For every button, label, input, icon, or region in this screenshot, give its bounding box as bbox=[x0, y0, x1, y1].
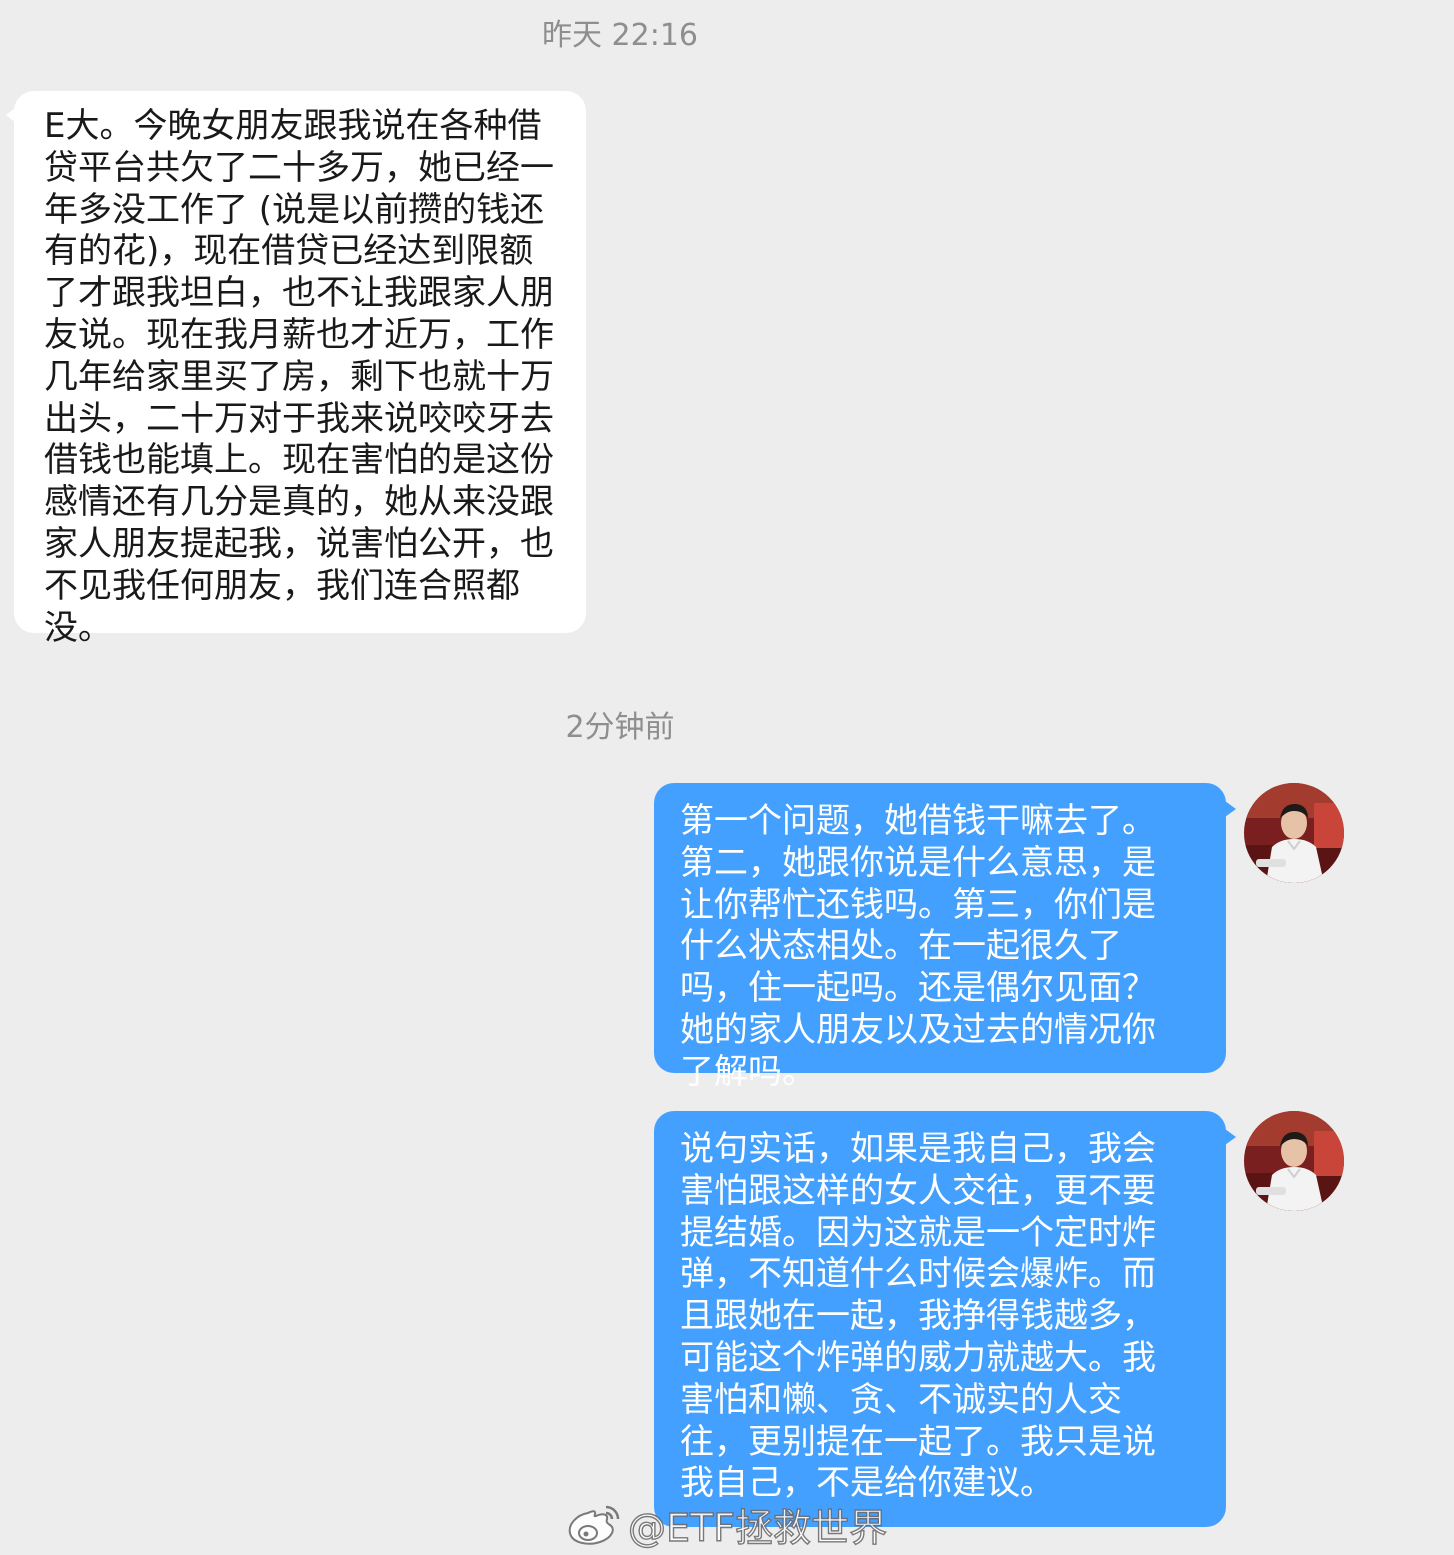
timestamp: 2分钟前 bbox=[565, 710, 675, 745]
message-text: 说句实话，如果是我自己，我会害怕跟这样的女人交往，更不要提结婚。因为这就是一个定… bbox=[680, 1129, 1156, 1504]
message-bubble-outgoing[interactable]: 第一个问题，她借钱干嘛去了。第二，她跟你说是什么意思，是让你帮忙还钱吗。第三，你… bbox=[654, 783, 1236, 1092]
message-bubble-incoming[interactable]: E大。今晚女朋友跟我说在各种借贷平台共欠了二十多万，她已经一年多没工作了 (说是… bbox=[6, 91, 586, 648]
watermark: @ETF拯救世界 bbox=[566, 1494, 888, 1554]
message-text: 第一个问题，她借钱干嘛去了。第二，她跟你说是什么意思，是让你帮忙还钱吗。第三，你… bbox=[680, 801, 1156, 1092]
avatar[interactable] bbox=[1244, 783, 1344, 883]
message-bubble-outgoing[interactable]: 说句实话，如果是我自己，我会害怕跟这样的女人交往，更不要提结婚。因为这就是一个定… bbox=[654, 1111, 1236, 1527]
user-photo-icon bbox=[1244, 783, 1344, 883]
timestamp: 昨天 22:16 bbox=[542, 18, 698, 53]
watermark-text: @ETF拯救世界 bbox=[627, 1505, 888, 1550]
avatar[interactable] bbox=[1244, 1111, 1344, 1211]
weibo-icon bbox=[568, 1505, 620, 1545]
message-text: E大。今晚女朋友跟我说在各种借贷平台共欠了二十多万，她已经一年多没工作了 (说是… bbox=[44, 106, 554, 648]
user-photo-icon bbox=[1244, 1111, 1344, 1211]
